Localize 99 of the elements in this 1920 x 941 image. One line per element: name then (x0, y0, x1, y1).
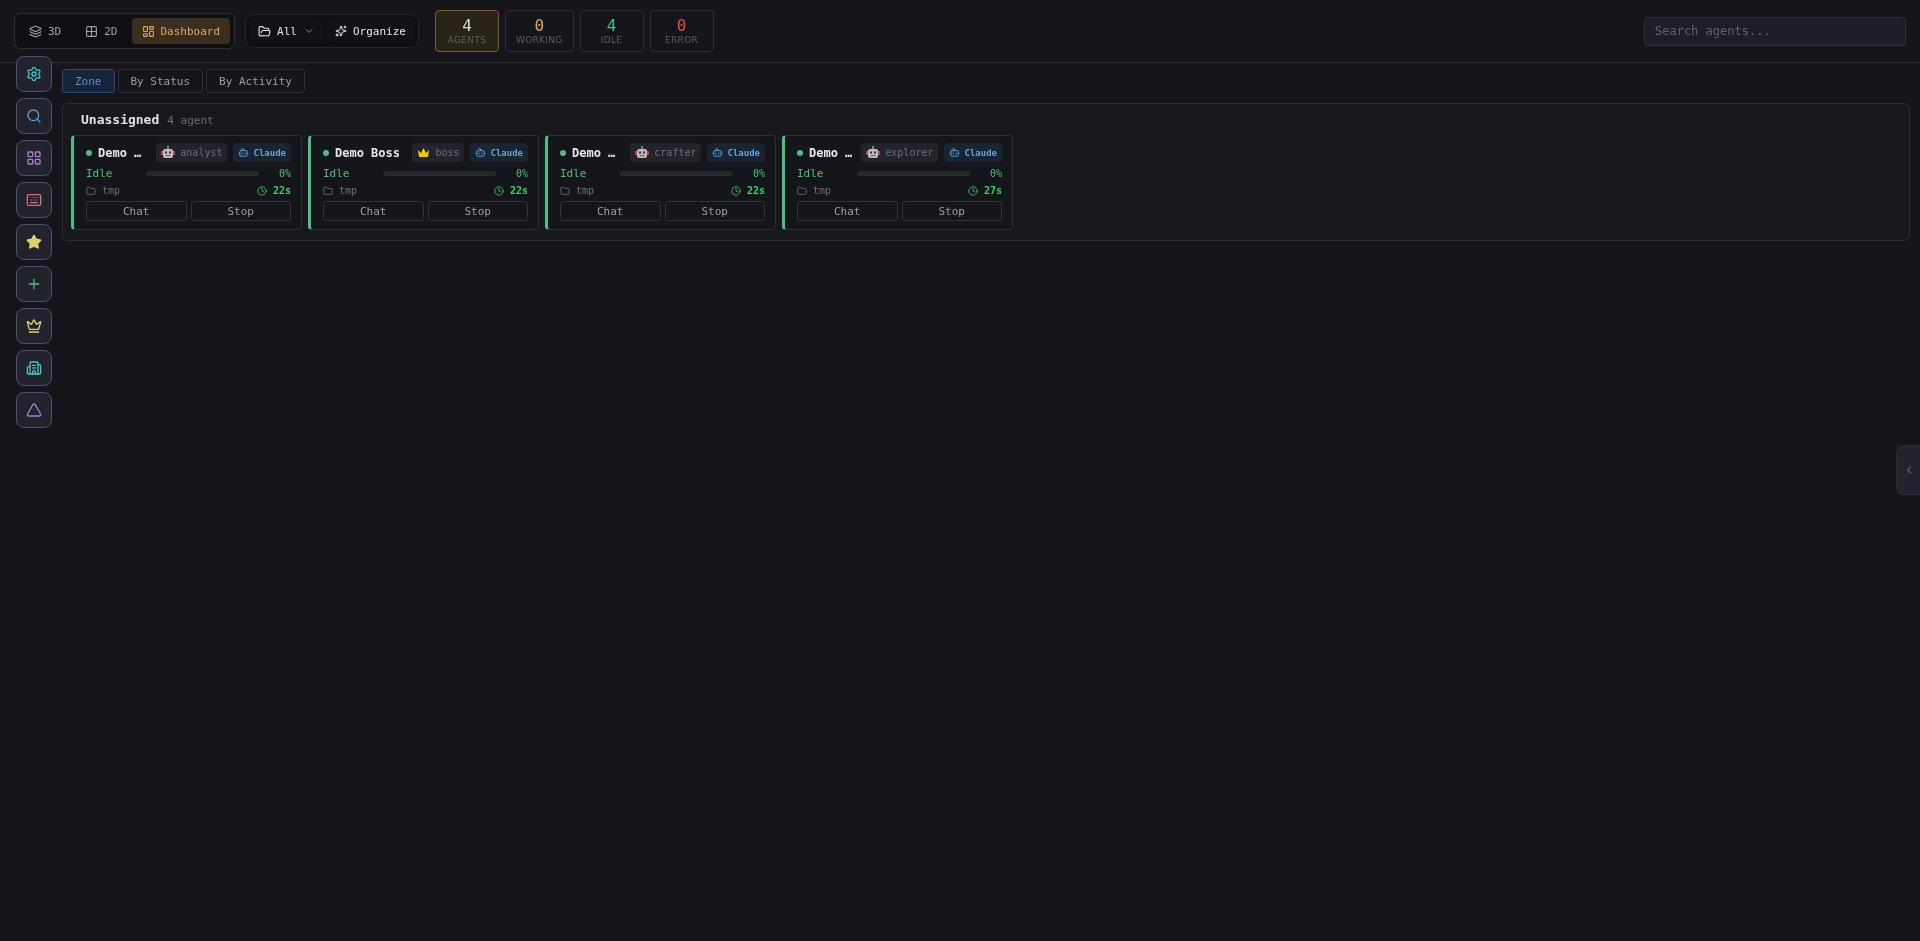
status-text: Idle (323, 167, 351, 180)
progress-percent: 0% (515, 168, 528, 179)
plus-icon (26, 276, 42, 292)
folder-icon (323, 185, 333, 196)
elapsed-time: 22s (509, 185, 528, 196)
stat-label: AGENTS (447, 34, 487, 45)
stat-value: 0 (676, 17, 687, 35)
folder-icon (258, 24, 272, 38)
folder-name: tmp (576, 185, 595, 196)
bot-icon (475, 147, 487, 158)
sidebar-button[interactable] (16, 182, 52, 218)
star-icon (26, 234, 42, 250)
status-text: Idle (797, 167, 825, 180)
agent-name: Demo … (98, 145, 142, 160)
agent-card[interactable]: Demo … explorer Claude Idle 0% tmp 27s Chat Stop (782, 135, 1013, 230)
sidebar-button[interactable] (16, 308, 52, 344)
clock-icon (493, 185, 504, 196)
folder-icon (560, 185, 570, 196)
stat-label: IDLE (600, 34, 623, 45)
bot-icon (949, 147, 961, 158)
folder-name: tmp (339, 185, 358, 196)
bot-icon (238, 147, 250, 158)
elapsed-time: 27s (983, 185, 1002, 196)
elapsed-time: 22s (746, 185, 765, 196)
group-by-tab[interactable]: By Activity (206, 69, 305, 93)
settings-icon (26, 66, 42, 82)
provider-badge: Claude (470, 143, 528, 162)
chat-button[interactable]: Chat (560, 201, 661, 221)
sidebar-button[interactable] (16, 224, 52, 260)
progress-percent: 0% (278, 168, 291, 179)
side-panel-toggle[interactable] (1896, 445, 1920, 495)
elapsed-time: 22s (272, 185, 291, 196)
role-badge: analyst (156, 143, 228, 162)
group-by-tab[interactable]: By Status (117, 69, 204, 93)
agent-card[interactable]: Demo … crafter Claude Idle 0% tmp 22s Chat Stop (545, 135, 776, 230)
clock-icon (256, 185, 267, 196)
dashboard-icon (141, 24, 155, 38)
agent-card[interactable]: Demo … analyst Claude Idle 0% tmp 22s Chat Stop (71, 135, 302, 230)
view-mode-tab[interactable]: 3D (19, 18, 72, 44)
view-mode-tab[interactable]: Dashboard (131, 18, 231, 44)
stop-button[interactable]: Stop (427, 201, 528, 221)
stat-value: 4 (606, 17, 617, 35)
sidebar-button[interactable] (16, 98, 52, 134)
robot-icon (161, 146, 176, 159)
stat-value: 4 (462, 17, 472, 35)
sidebar-button[interactable] (16, 56, 52, 92)
search-icon (26, 108, 42, 124)
provider-badge: Claude (707, 143, 765, 162)
provider-badge: Claude (233, 143, 291, 162)
building-icon (26, 360, 42, 376)
stat-label: ERROR (665, 34, 699, 45)
stat-card[interactable]: 4 AGENTS (434, 10, 499, 52)
stat-card[interactable]: 0 ERROR (649, 10, 714, 52)
chat-button[interactable]: Chat (323, 201, 424, 221)
stat-value: 0 (534, 17, 545, 35)
group-count: 4 agent (167, 114, 214, 127)
folder-icon (797, 185, 807, 196)
chat-button[interactable]: Chat (797, 201, 898, 221)
bot-icon (712, 147, 724, 158)
folder-name: tmp (813, 185, 832, 196)
status-text: Idle (86, 167, 114, 180)
robot-icon (866, 146, 881, 159)
stop-button[interactable]: Stop (901, 201, 1002, 221)
status-text: Idle (560, 167, 588, 180)
stat-card[interactable]: 4 IDLE (579, 10, 644, 52)
grid-icon (26, 150, 42, 166)
progress-percent: 0% (752, 168, 765, 179)
group-by-tab[interactable]: Zone (62, 69, 115, 93)
crown-icon (26, 318, 42, 334)
stop-button[interactable]: Stop (664, 201, 765, 221)
role-badge: boss (412, 143, 465, 162)
agent-name: Demo … (572, 145, 616, 160)
clock-icon (730, 185, 741, 196)
stat-label: WORKING (515, 34, 563, 45)
role-badge: explorer (861, 143, 939, 162)
robot-icon (635, 146, 650, 159)
clock-icon (967, 185, 978, 196)
folder-name: tmp (102, 185, 121, 196)
keyboard-icon (26, 192, 42, 208)
progress-percent: 0% (989, 168, 1002, 179)
search-field[interactable]: Search agents... (1644, 16, 1906, 46)
agent-card[interactable]: Demo Boss boss Claude Idle 0% tmp 22s Chat Stop (308, 135, 539, 230)
sidebar-button[interactable] (16, 140, 52, 176)
sparkles-icon (335, 25, 347, 37)
crown-icon (417, 147, 431, 158)
agent-name: Demo Boss (335, 145, 401, 160)
triangle-icon (26, 402, 42, 418)
view-mode-tab[interactable]: 2D (75, 18, 128, 44)
stat-card[interactable]: 0 WORKING (504, 10, 574, 52)
role-badge: crafter (630, 143, 702, 162)
layers-icon (29, 24, 42, 38)
stop-button[interactable]: Stop (190, 201, 291, 221)
sidebar-button[interactable] (16, 350, 52, 386)
folder-icon (86, 185, 96, 196)
chat-button[interactable]: Chat (86, 201, 187, 221)
agent-name: Demo … (809, 145, 853, 160)
provider-badge: Claude (944, 143, 1002, 162)
group-name: Unassigned (81, 112, 160, 127)
grid-icon (85, 24, 99, 38)
